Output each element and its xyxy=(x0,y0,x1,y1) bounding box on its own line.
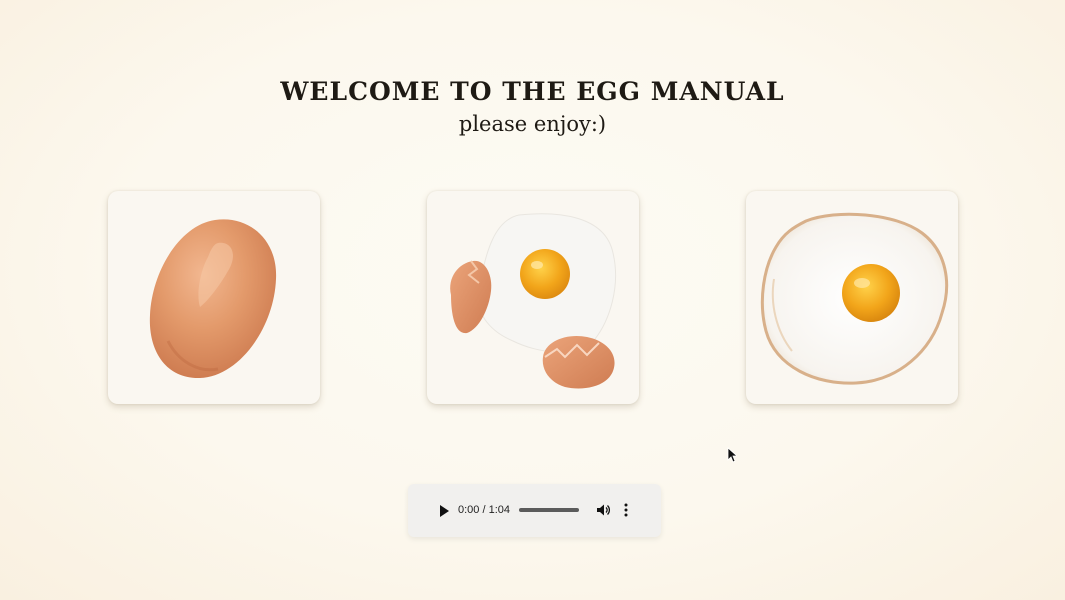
more-options-icon[interactable] xyxy=(623,502,629,518)
mouse-cursor-icon xyxy=(727,447,737,463)
volume-icon[interactable] xyxy=(596,503,610,517)
page-header: WELCOME TO THE EGG MANUAL please enjoy:) xyxy=(0,76,1065,138)
current-time: 0:00 xyxy=(458,504,480,516)
page-subtitle: please enjoy:) xyxy=(458,112,607,136)
time-separator: / xyxy=(479,504,489,516)
egg-card-whole[interactable] xyxy=(108,191,320,404)
page-title: WELCOME TO THE EGG MANUAL xyxy=(280,77,785,106)
duration: 1:04 xyxy=(488,504,511,516)
seek-bar[interactable] xyxy=(519,508,579,512)
fried-egg-icon xyxy=(760,212,949,385)
egg-card-fried[interactable] xyxy=(746,191,958,404)
audio-time: 0:00 / 1:04 xyxy=(458,502,510,518)
cracked-egg-icon xyxy=(450,213,617,389)
brown-egg-icon xyxy=(149,219,277,379)
audio-player: 0:00 / 1:04 xyxy=(408,484,661,537)
egg-card-cracked[interactable] xyxy=(427,191,639,404)
play-icon[interactable] xyxy=(438,504,450,518)
